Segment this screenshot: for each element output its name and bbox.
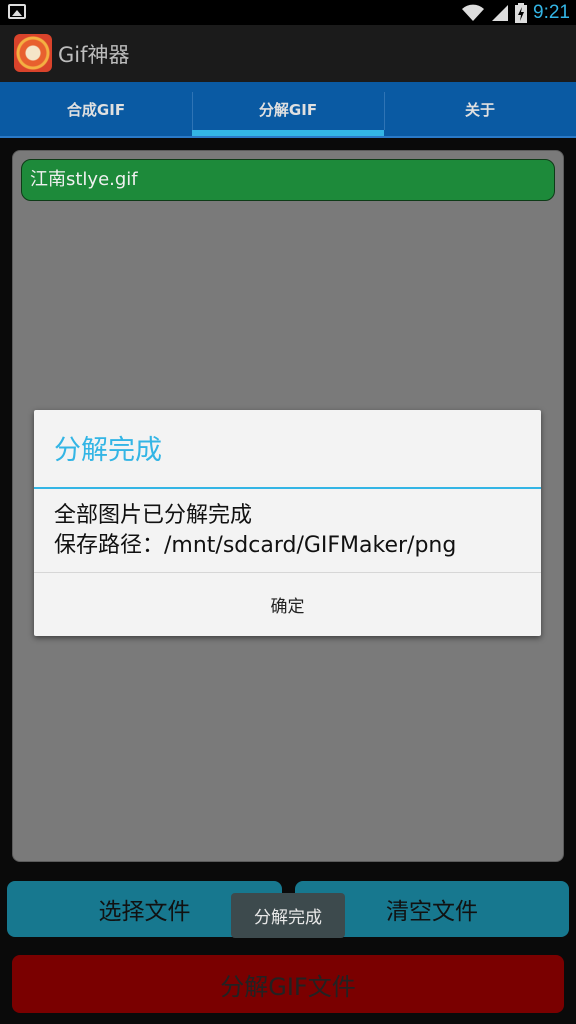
completion-dialog: 分解完成 全部图片已分解完成 保存路径：/mnt/sdcard/GIFMaker… [34,410,541,636]
list-item[interactable]: 江南stlye.gif [21,159,555,201]
status-icons: 9:21 [461,0,570,25]
app-logo-icon[interactable] [14,34,52,72]
dialog-message: 全部图片已分解完成 保存路径：/mnt/sdcard/GIFMaker/png [54,501,456,561]
tab-about[interactable]: 关于 [384,82,576,136]
dialog-title: 分解完成 [54,435,162,466]
battery-icon [515,2,528,23]
app-title: Gif神器 [58,43,130,67]
signal-icon [492,4,509,21]
tab-bar: 合成GIF 分解GIF 关于 [0,82,576,138]
image-notification-icon [8,4,26,19]
dialog-message-line: 全部图片已分解完成 [54,503,253,528]
split-gif-button[interactable]: 分解GIF文件 [12,955,564,1013]
dialog-message-line: 保存路径：/mnt/sdcard/GIFMaker/png [54,533,457,558]
action-bar: Gif神器 [0,25,576,82]
dialog-title-divider [34,487,541,489]
status-bar: 9:21 [0,0,576,25]
wifi-icon [462,4,485,21]
clock: 9:21 [533,1,570,23]
toast-message: 分解完成 [231,893,345,938]
ok-button[interactable]: 确定 [34,573,541,636]
tab-split-gif[interactable]: 分解GIF [192,82,384,136]
tab-compose-gif[interactable]: 合成GIF [0,82,192,136]
